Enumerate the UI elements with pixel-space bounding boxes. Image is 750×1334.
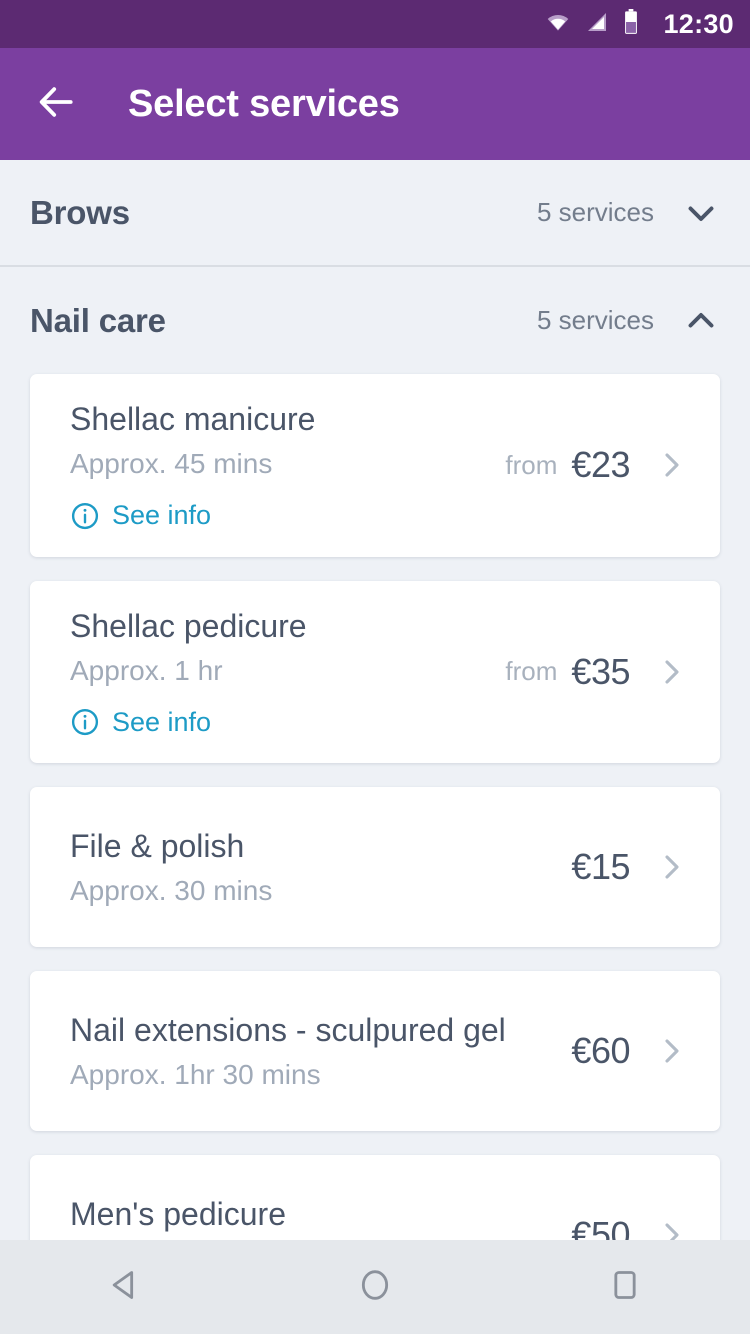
- service-card-price-area: from €23: [489, 444, 690, 486]
- home-circle-icon: [355, 1265, 395, 1310]
- services-list[interactable]: Brows 5 services Nail care 5 services Sh…: [0, 160, 750, 1240]
- section-title: Nail care: [30, 301, 166, 339]
- nav-home-button[interactable]: [320, 1240, 430, 1334]
- phone-screen: 12:30 Select services Brows 5 services N…: [0, 0, 750, 1334]
- price-value: €15: [571, 846, 630, 888]
- service-card-price-area: €15: [555, 846, 690, 888]
- service-card[interactable]: Shellac manicure Approx. 45 mins See inf…: [30, 374, 720, 557]
- chevron-right-icon[interactable]: [652, 1216, 690, 1240]
- service-duration: Approx. 30 mins: [70, 874, 273, 906]
- service-card[interactable]: Shellac pedicure Approx. 1 hr See info f…: [30, 580, 720, 764]
- price-value: €60: [571, 1030, 630, 1072]
- see-info-label: See info: [112, 500, 212, 531]
- nav-recents-button[interactable]: [570, 1240, 680, 1334]
- back-button[interactable]: [28, 76, 84, 132]
- price-value: €50: [571, 1214, 630, 1240]
- chevron-right-icon[interactable]: [652, 446, 690, 484]
- service-name: Shellac manicure: [70, 401, 316, 437]
- service-card-price-area: €50: [555, 1214, 690, 1240]
- service-card[interactable]: Nail extensions - sculpured gel Approx. …: [30, 971, 720, 1132]
- back-triangle-icon: [105, 1265, 145, 1310]
- info-circle-icon: [70, 707, 100, 737]
- service-card-main: Nail extensions - sculpured gel Approx. …: [70, 985, 555, 1118]
- service-card-main: Shellac manicure Approx. 45 mins See inf…: [70, 374, 489, 557]
- service-name: Nail extensions - sculpured gel: [70, 1011, 506, 1048]
- nail-care-service-cards: Shellac manicure Approx. 45 mins See inf…: [0, 374, 750, 1240]
- section-title: Brows: [30, 193, 130, 231]
- wifi-icon: [545, 9, 571, 40]
- info-circle-icon: [70, 501, 100, 531]
- android-nav-bar: [0, 1240, 750, 1334]
- service-card-main: Men's pedicure Approx. 50 mins: [70, 1169, 555, 1240]
- service-card-price-area: €60: [555, 1030, 690, 1072]
- service-duration: Approx. 1 hr: [70, 654, 223, 686]
- chevron-up-icon[interactable]: [680, 300, 722, 342]
- service-duration: Approx. 45 mins: [70, 448, 273, 480]
- chevron-right-icon[interactable]: [652, 848, 690, 886]
- battery-icon: [623, 8, 639, 40]
- see-info-link[interactable]: See info: [70, 707, 489, 737]
- service-card-main: Shellac pedicure Approx. 1 hr See info: [70, 581, 489, 764]
- page-title: Select services: [128, 82, 400, 125]
- chevron-right-icon[interactable]: [652, 1032, 690, 1070]
- service-name: File & polish: [70, 827, 245, 864]
- see-info-label: See info: [112, 706, 212, 737]
- status-bar: 12:30: [0, 0, 750, 48]
- service-card-price-area: from €35: [489, 651, 690, 693]
- service-card-main: File & polish Approx. 30 mins: [70, 801, 555, 934]
- status-icon-group: 12:30: [545, 8, 734, 40]
- price-prefix: from: [505, 449, 558, 480]
- arrow-left-icon: [34, 80, 78, 129]
- chevron-down-icon[interactable]: [680, 192, 722, 234]
- service-name: Shellac pedicure: [70, 607, 307, 644]
- section-header-brows[interactable]: Brows 5 services: [0, 160, 750, 267]
- section-header-nail-care[interactable]: Nail care 5 services: [0, 267, 750, 374]
- section-service-count: 5 services: [536, 197, 654, 227]
- recents-square-icon: [605, 1265, 645, 1310]
- signal-icon: [585, 10, 609, 39]
- service-card[interactable]: Men's pedicure Approx. 50 mins €50: [30, 1155, 720, 1240]
- status-time: 12:30: [663, 8, 734, 39]
- chevron-right-icon[interactable]: [652, 653, 690, 691]
- app-bar: Select services: [0, 48, 750, 160]
- service-name: Men's pedicure: [70, 1195, 286, 1232]
- service-duration: Approx. 1hr 30 mins: [70, 1058, 321, 1090]
- nav-back-button[interactable]: [70, 1240, 180, 1334]
- see-info-link[interactable]: See info: [70, 501, 489, 531]
- price-value: €23: [571, 444, 630, 486]
- section-service-count: 5 services: [536, 305, 654, 335]
- service-card[interactable]: File & polish Approx. 30 mins €15: [30, 787, 720, 948]
- price-value: €35: [571, 650, 630, 692]
- price-prefix: from: [505, 656, 558, 687]
